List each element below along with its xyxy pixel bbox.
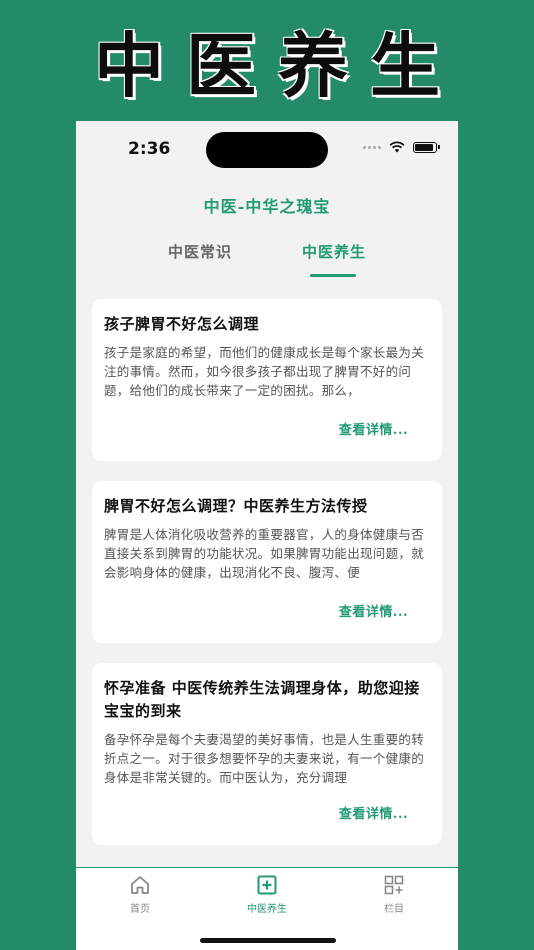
tabbar-label-columns: 栏目 xyxy=(384,904,404,915)
tabbar-item-wellness[interactable]: 中医养生 xyxy=(227,874,307,915)
banner-title: 中医养生 xyxy=(94,24,462,107)
article-title: 孩子脾胃不好怎么调理 xyxy=(104,315,260,333)
grid-add-icon xyxy=(384,875,404,895)
view-details-link[interactable]: 查看详情... xyxy=(339,601,408,620)
battery-tip xyxy=(438,145,440,149)
bottom-tab-bar: 首页 中医养生 栏目 xyxy=(76,867,458,950)
article-excerpt: 备孕怀孕是每个夫妻渴望的美好事情，也是人生重要的转折点之一。对于很多想要怀孕的夫… xyxy=(104,732,425,785)
home-icon xyxy=(131,876,149,894)
page-title: 中医-中华之瑰宝 xyxy=(203,197,331,216)
tab-tcm-knowledge[interactable]: 中医常识 xyxy=(168,241,232,262)
article-card[interactable]: 孩子脾胃不好怎么调理 孩子是家庭的希望，而他们的健康成长是每个家长最为关注的事情… xyxy=(92,299,442,461)
category-tabs: 中医常识 中医养生 xyxy=(76,241,458,281)
status-bar: 2:36 xyxy=(76,121,458,177)
article-excerpt: 孩子是家庭的希望，而他们的健康成长是每个家长最为关注的事情。然而，如今很多孩子都… xyxy=(104,345,425,398)
tabbar-item-home[interactable]: 首页 xyxy=(100,874,180,915)
article-card[interactable]: 怀孕准备 中医传统养生法调理身体，助您迎接宝宝的到来 备孕怀孕是每个夫妻渴望的美… xyxy=(92,663,442,845)
tabbar-item-columns[interactable]: 栏目 xyxy=(354,874,434,915)
tabbar-label-home: 首页 xyxy=(130,904,150,915)
signal-icon xyxy=(363,145,381,149)
view-details-link[interactable]: 查看详情... xyxy=(339,419,408,438)
phone-screen: 2:36 中医-中华之瑰宝 中医常识 中医养生 孩子脾胃不好怎么调理 孩子是家庭… xyxy=(76,121,458,950)
plus-square-icon xyxy=(257,875,277,895)
view-details-link[interactable]: 查看详情... xyxy=(339,803,408,822)
article-excerpt: 脾胃是人体消化吸收营养的重要器官，人的身体健康与否直接关系到脾胃的功能状况。如果… xyxy=(104,527,425,580)
home-indicator xyxy=(200,938,336,943)
app-banner: 中医养生 xyxy=(0,0,534,121)
active-tab-indicator xyxy=(310,274,356,277)
status-icons xyxy=(363,141,440,153)
status-time: 2:36 xyxy=(128,139,171,159)
battery-icon xyxy=(413,141,437,153)
tabbar-label-wellness: 中医养生 xyxy=(247,904,287,915)
dynamic-island xyxy=(206,132,328,168)
tab-tcm-wellness[interactable]: 中医养生 xyxy=(302,241,366,262)
article-card[interactable]: 脾胃不好怎么调理？中医养生方法传授 脾胃是人体消化吸收营养的重要器官，人的身体健… xyxy=(92,481,442,643)
article-title: 脾胃不好怎么调理？中医养生方法传授 xyxy=(104,497,368,515)
wifi-icon xyxy=(389,141,405,153)
article-title: 怀孕准备 中医传统养生法调理身体，助您迎接宝宝的到来 xyxy=(104,679,420,720)
